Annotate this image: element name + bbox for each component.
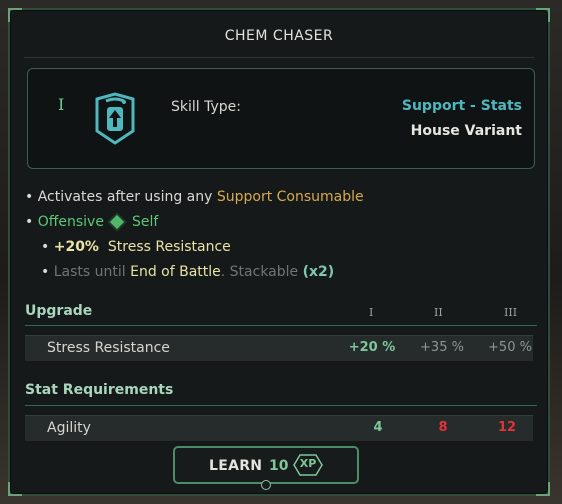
duration-prefix: Lasts until (53, 264, 131, 280)
learn-button[interactable]: LEARN 10 XP (173, 446, 359, 490)
requirements-divider (25, 405, 537, 406)
trigger-text: • Activates after using any (25, 189, 217, 205)
learn-label: LEARN (209, 458, 263, 474)
skill-info-box: I Skill Type: Support - Stats House Vari… (27, 68, 535, 169)
green-diamond-icon (109, 214, 125, 230)
frame-corner (536, 8, 550, 22)
chemical-flask-arrow-icon (95, 92, 135, 145)
learn-cost: 10 (269, 458, 289, 474)
upgrade-value-rank-2: +35 % (420, 340, 464, 355)
upgrade-value-rank-3: +50 % (488, 340, 532, 355)
rank-iii-label: III (504, 306, 518, 319)
skill-variant: House Variant (410, 123, 522, 139)
description-line-duration: • Lasts until End of Battle. Stackable (… (41, 264, 334, 280)
upgrade-divider (25, 325, 537, 326)
requirement-row-label: Agility (47, 420, 91, 436)
frame-corner (536, 482, 550, 496)
effect-value: +20% (53, 239, 99, 255)
upgrade-row-label: Stress Resistance (47, 340, 170, 356)
description-line-effect: • +20% Stress Resistance (41, 239, 231, 255)
description-line-target: • Offensive Self (25, 214, 158, 230)
skill-title: CHEM CHASER (224, 28, 334, 44)
bullet: • (41, 264, 54, 280)
upgrade-row: Stress Resistance +20 % +35 % +50 % (25, 335, 533, 361)
requirement-row: Agility 4 8 12 (25, 415, 533, 441)
frame-corner (8, 8, 22, 22)
rank-mark: I (58, 95, 65, 114)
upgrade-value-rank-1: +20 % (348, 340, 396, 355)
requirement-value-rank-2: 8 (438, 420, 448, 435)
learn-indicator-icon (261, 480, 271, 490)
xp-label: XP (299, 457, 317, 470)
requirement-value-rank-3: 12 (497, 420, 517, 435)
xp-icon: XP (293, 454, 323, 476)
stat-requirements-header: Stat Requirements (25, 382, 174, 398)
stackable-label: . Stackable (220, 264, 303, 280)
rank-i-label: I (369, 306, 374, 319)
upgrade-header: Upgrade (25, 303, 93, 319)
trigger-highlight: Support Consumable (216, 189, 364, 205)
bullet: • (25, 214, 38, 230)
frame-corner (8, 482, 22, 496)
bullet: • (41, 239, 54, 255)
skill-type-value: Support - Stats (401, 98, 522, 114)
description-line-trigger: • Activates after using any Support Cons… (25, 189, 364, 205)
target-self: Self (131, 214, 159, 230)
stack-count: (x2) (302, 264, 335, 280)
skill-tooltip-panel: CHEM CHASER I Skill Type: Support - Stat… (8, 8, 550, 496)
title-divider (24, 57, 534, 58)
requirement-value-rank-1: 4 (373, 420, 383, 435)
duration-value: End of Battle (130, 264, 221, 280)
target-type: Offensive (37, 214, 104, 230)
skill-type-label: Skill Type: (171, 99, 241, 115)
effect-stat: Stress Resistance (107, 239, 231, 255)
rank-ii-label: II (434, 306, 443, 319)
